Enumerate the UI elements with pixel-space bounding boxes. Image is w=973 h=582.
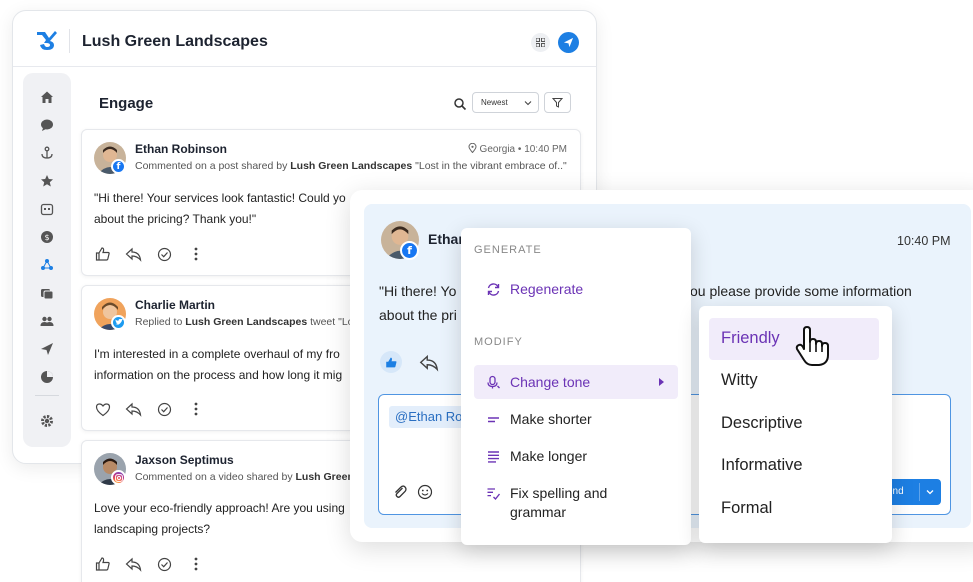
button-divider [919, 483, 920, 501]
facebook-icon: f [111, 159, 126, 174]
sidebar: $ [23, 73, 71, 447]
ai-assist-menu: GENERATE Regenerate MODIFY Change tone M… [461, 228, 691, 545]
section-heading: MODIFY [474, 336, 523, 348]
network-icon[interactable] [39, 257, 55, 273]
menu-item-label: Change tone [510, 374, 591, 390]
like-icon[interactable] [94, 556, 111, 573]
author-name: Ethan Robinson [135, 142, 227, 156]
menu-item-label: Regenerate [510, 281, 584, 297]
menu-item-label: Fix spelling and grammar [510, 485, 608, 520]
comment-actions [94, 245, 204, 263]
location-text: Georgia [479, 144, 516, 155]
fix-spelling-menu-item[interactable]: Fix spelling and grammar [474, 484, 678, 528]
chevron-down-icon [524, 101, 532, 106]
app-title: Lush Green Landscapes [82, 33, 268, 50]
tone-option-formal[interactable]: Formal [709, 488, 879, 530]
comment-actions [94, 555, 204, 573]
more-icon[interactable] [187, 556, 204, 573]
chat-icon[interactable] [39, 117, 55, 133]
make-shorter-menu-item[interactable]: Make shorter [474, 402, 678, 436]
reply-icon[interactable] [125, 401, 142, 418]
dollar-icon[interactable]: $ [39, 229, 55, 245]
section-heading: GENERATE [474, 244, 542, 256]
svg-text:$: $ [44, 233, 49, 242]
more-icon[interactable] [187, 401, 204, 418]
page-title: Engage [99, 95, 154, 112]
comment-time: 10:40 PM [897, 234, 951, 248]
anchor-icon[interactable] [39, 145, 55, 161]
search-icon[interactable] [453, 97, 467, 111]
check-circle-icon[interactable] [156, 556, 173, 573]
author-name: Jaxson Septimus [135, 453, 234, 467]
more-icon[interactable] [187, 246, 204, 263]
comment-context: Commented on a video shared by Lush Gree… [135, 471, 354, 483]
short-text-icon [484, 410, 502, 428]
filter-icon [552, 98, 563, 108]
emoji-icon[interactable] [417, 484, 433, 500]
send-button[interactable]: end [884, 479, 941, 505]
refresh-icon [484, 280, 502, 298]
comment-context: Commented on a post shared by Lush Green… [135, 160, 567, 172]
grid-icon[interactable] [531, 33, 550, 52]
message-text: about the pri [379, 307, 457, 323]
send-icon[interactable] [558, 32, 579, 53]
instagram-icon [111, 470, 126, 485]
star-icon[interactable] [39, 173, 55, 189]
users-icon[interactable] [39, 313, 55, 329]
regenerate-menu-item[interactable]: Regenerate [474, 272, 678, 306]
like-icon[interactable] [94, 246, 111, 263]
comment-context: Replied to Lush Green Landscapes tweet "… [135, 316, 359, 328]
like-icon[interactable] [380, 351, 402, 373]
sidebar-separator [35, 395, 59, 396]
author-name: Charlie Martin [135, 298, 216, 312]
menu-item-label: Make shorter [510, 411, 592, 427]
hand-cursor-icon [795, 326, 829, 366]
reply-icon[interactable] [125, 556, 142, 573]
caret-right-icon [659, 378, 664, 386]
voice-icon [484, 373, 502, 391]
chevron-down-icon[interactable] [925, 487, 935, 497]
settings-icon[interactable] [39, 413, 55, 429]
paperclip-icon[interactable] [392, 484, 408, 500]
check-circle-icon[interactable] [156, 246, 173, 263]
filter-button[interactable] [544, 92, 571, 113]
twitter-icon [111, 315, 126, 330]
header-divider [69, 29, 70, 53]
brand-logo [37, 31, 57, 50]
message-text: "Hi there! Yo [379, 283, 457, 299]
analytics-icon[interactable] [39, 369, 55, 385]
heart-icon[interactable] [94, 401, 111, 418]
comment-location-time: Georgia • 10:40 PM [468, 142, 567, 155]
mention-tag: @Ethan Ro [389, 406, 469, 428]
make-longer-menu-item[interactable]: Make longer [474, 439, 678, 473]
check-circle-icon[interactable] [156, 401, 173, 418]
home-icon[interactable] [39, 89, 55, 105]
tone-option-descriptive[interactable]: Descriptive [709, 403, 879, 445]
paper-plane-icon[interactable] [39, 341, 55, 357]
message-text: ou please provide some information [690, 283, 912, 299]
calendar-icon[interactable] [39, 201, 55, 217]
reply-icon[interactable] [419, 354, 439, 372]
long-text-icon [484, 447, 502, 465]
app-header: Lush Green Landscapes [13, 11, 596, 67]
comment-actions [94, 400, 204, 418]
reply-icon[interactable] [125, 246, 142, 263]
facebook-icon: f [400, 241, 419, 260]
change-tone-menu-item[interactable]: Change tone [474, 365, 678, 399]
comment-time: 10:40 PM [524, 144, 567, 155]
folders-icon[interactable] [39, 285, 55, 301]
menu-item-label: Make longer [510, 448, 588, 464]
tone-option-informative[interactable]: Informative [709, 445, 879, 487]
sort-select[interactable]: Newest [472, 92, 539, 113]
sort-select-value: Newest [481, 98, 508, 107]
location-pin-icon [468, 142, 477, 154]
spellcheck-icon [484, 484, 502, 502]
